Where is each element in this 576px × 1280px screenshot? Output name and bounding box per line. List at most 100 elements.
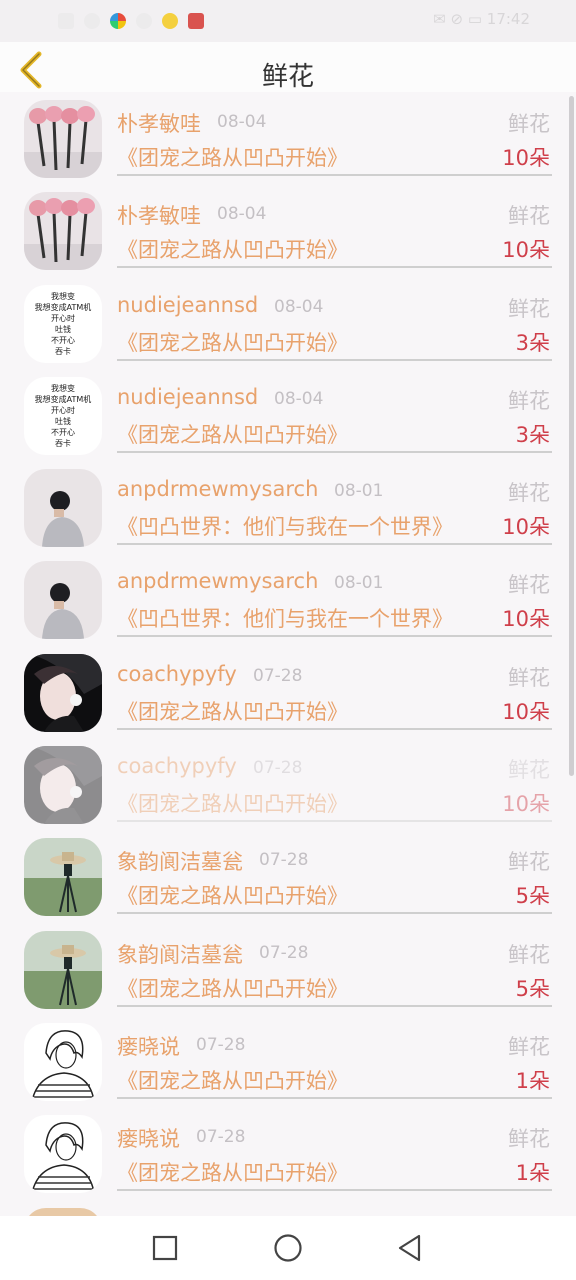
avatar-text-line: 不开心: [51, 427, 75, 437]
gift-record-row[interactable]: anpdrmewmysarch 08-01 鲜花《凹凸世界：他们与我在一个世界》 10…: [0, 553, 576, 645]
square-icon: [152, 1235, 178, 1261]
row-divider: [117, 174, 552, 176]
send-date: 08-04: [274, 296, 324, 317]
user-avatar[interactable]: [24, 1207, 102, 1216]
book-title-link[interactable]: 《团宠之路从凹凸开始》: [117, 1065, 348, 1095]
send-date: 08-01: [334, 481, 384, 502]
gift-type: 鲜花: [508, 204, 550, 229]
gift-record-row[interactable]: 瘘晓说 07-28 鲜花 《团宠之路从凹凸开始》 1朵: [0, 1107, 576, 1199]
flower-count: 1朵: [515, 1161, 550, 1186]
gift-type: 鲜花: [508, 665, 550, 690]
sender-name[interactable]: nudiejeannsd: [117, 293, 258, 317]
sender-name[interactable]: coachypyfy: [117, 754, 237, 778]
send-date: 07-28: [253, 758, 303, 779]
book-title-link[interactable]: 《团宠之路从凹凸开始》: [117, 142, 348, 172]
system-nav-bar: [0, 1216, 576, 1280]
gift-record-row[interactable]: 朴孝敏哇 08-04 鲜花《团宠之路从凹凸开始》 10朵: [0, 92, 576, 184]
sender-name[interactable]: 瘘晓说: [117, 1123, 180, 1153]
avatar-text-line: 开心时: [51, 405, 75, 415]
status-bar: ✉ ⊘ ▭ 17:42: [0, 0, 576, 42]
sender-name[interactable]: 朴孝敏哇: [117, 200, 201, 230]
user-avatar[interactable]: [24, 469, 102, 548]
flower-count: 10朵: [502, 607, 550, 632]
home-button[interactable]: [270, 1230, 306, 1266]
flower-count: 10朵: [502, 792, 550, 817]
book-title-link[interactable]: 《团宠之路从凹凸开始》: [117, 880, 348, 910]
book-title-link[interactable]: 《团宠之路从凹凸开始》: [117, 1157, 348, 1187]
sender-name[interactable]: 朴孝敏哇: [117, 108, 201, 138]
gift-record-row[interactable]: 象韵阆洁墓瓮 07-28 鲜花 《团宠之路从凹凸开始》 5朵: [0, 923, 576, 1015]
sender-name[interactable]: 象韵阆洁墓瓮: [117, 939, 243, 969]
book-title-link[interactable]: 《团宠之路从凹凸开始》: [117, 419, 348, 449]
gift-record-list[interactable]: 朴孝敏哇 08-04 鲜花 《团宠之路从凹凸开始》 10朵 朴孝敏哇 08-04 鲜花 《团宠…: [0, 92, 576, 1216]
avatar-text-line: 我想变: [51, 383, 75, 393]
gift-record-row[interactable]: 我想变 我想变成ATM机 开心时 吐钱 不开心 吞卡 nudiejeannsd 08-04 鲜花…: [0, 277, 576, 369]
book-title-link[interactable]: 《团宠之路从凹凸开始》: [117, 696, 348, 726]
user-avatar[interactable]: [24, 838, 102, 917]
sender-name[interactable]: anpdrmewmysarch: [117, 569, 318, 593]
sender-name[interactable]: anpdrmewmysarch: [117, 477, 318, 501]
back-nav-button[interactable]: [392, 1230, 428, 1266]
user-avatar[interactable]: [24, 192, 102, 271]
gift-record-row[interactable]: coachypyfy 07-28 鲜花《团宠之路从凹凸开始》 10朵: [0, 646, 576, 738]
gift-record-row[interactable]: 朴孝敏哇 08-04 鲜花 《团宠之路从凹凸开始》 10朵: [0, 184, 576, 276]
user-avatar[interactable]: [24, 653, 102, 732]
send-date: 08-04: [217, 112, 267, 132]
triangle-back-icon: [398, 1234, 421, 1262]
user-avatar[interactable]: [24, 930, 102, 1009]
flower-count: 5朵: [515, 884, 550, 909]
scrollbar[interactable]: [569, 96, 574, 776]
gift-type: 鲜花: [508, 112, 550, 136]
send-date: 07-28: [253, 665, 303, 686]
gift-record-row[interactable]: anpdrmewmysarch 08-01 鲜花 《凹凸世界：他们与我在一个世界》 10…: [0, 461, 576, 553]
signal-icon: [58, 13, 74, 29]
row-divider: [117, 358, 552, 361]
flower-count: 10朵: [502, 146, 550, 170]
gift-type: 鲜花: [508, 758, 550, 783]
flower-count: 10朵: [502, 699, 550, 724]
avatar-text-line: 吞卡: [55, 438, 71, 448]
send-date: 08-01: [334, 573, 384, 594]
avatar-text-block: 我想变 我想变成ATM机 开心时 吐钱 不开心 吞卡: [24, 383, 102, 449]
sender-name[interactable]: 象韵阆洁墓瓮: [117, 846, 243, 876]
gift-record-row[interactable]: 我想变 我想变成ATM机 开心时 吐钱 不开心 吞卡 nudiejeannsd 08-04 鲜花…: [0, 369, 576, 461]
book-title-link[interactable]: 《团宠之路从凹凸开始》: [117, 234, 348, 264]
user-avatar[interactable]: [24, 1022, 102, 1101]
gift-type: 鲜花: [508, 1127, 550, 1152]
book-title-link[interactable]: 《凹凸世界：他们与我在一个世界》: [117, 511, 453, 541]
avatar-text-line: 我想变成ATM机: [34, 394, 92, 404]
flower-count: 3朵: [515, 330, 550, 355]
gift-record-row[interactable]: 瘘晓说 07-28 鲜花 《团宠之路从凹凸开始》 1朵: [0, 1015, 576, 1107]
book-title-link[interactable]: 《团宠之路从凹凸开始》: [117, 788, 348, 818]
gift-record-row[interactable]: coachypyfy 07-28 鲜花《团宠之路从凹凸开始》 10朵: [0, 738, 576, 830]
gift-type: 鲜花: [508, 850, 550, 875]
user-avatar[interactable]: 我想变 我想变成ATM机 开心时 吐钱 不开心 吞卡: [24, 376, 102, 455]
gift-record-row[interactable]: 象韵阆洁墓瓮 07-28 鲜花《团宠之路从凹凸开始》 5朵: [0, 830, 576, 922]
row-divider: [117, 450, 552, 453]
sender-name[interactable]: 瘘晓说: [117, 1031, 180, 1061]
user-avatar[interactable]: 我想变 我想变成ATM机 开心时 吐钱 不开心 吞卡: [24, 284, 102, 363]
book-title-link[interactable]: 《凹凸世界：他们与我在一个世界》: [117, 603, 453, 633]
book-title-link[interactable]: 《团宠之路从凹凸开始》: [117, 973, 348, 1003]
user-avatar[interactable]: [24, 561, 102, 640]
flower-count: 3朵: [515, 422, 550, 447]
gift-type: 鲜花: [508, 573, 550, 598]
sender-name[interactable]: nudiejeannsd: [117, 385, 258, 409]
page-title: 鲜花: [261, 62, 314, 92]
gift-type: 鲜花: [508, 388, 550, 413]
user-avatar[interactable]: [24, 100, 102, 178]
flower-count: 10朵: [502, 515, 550, 540]
row-divider: [117, 635, 552, 638]
row-divider: [117, 1096, 552, 1099]
avatar-text-line: 吐钱: [55, 416, 71, 426]
recent-apps-button[interactable]: [147, 1230, 183, 1266]
send-date: 07-28: [196, 1034, 246, 1055]
gift-record-row-partial[interactable]: [0, 1200, 576, 1216]
sender-name[interactable]: coachypyfy: [117, 662, 237, 686]
user-avatar[interactable]: [24, 1115, 102, 1194]
flower-count: 1朵: [515, 1068, 550, 1093]
send-date: 07-28: [259, 850, 309, 871]
flower-count: 10朵: [502, 238, 550, 263]
user-avatar[interactable]: [24, 746, 102, 825]
book-title-link[interactable]: 《团宠之路从凹凸开始》: [117, 327, 348, 357]
